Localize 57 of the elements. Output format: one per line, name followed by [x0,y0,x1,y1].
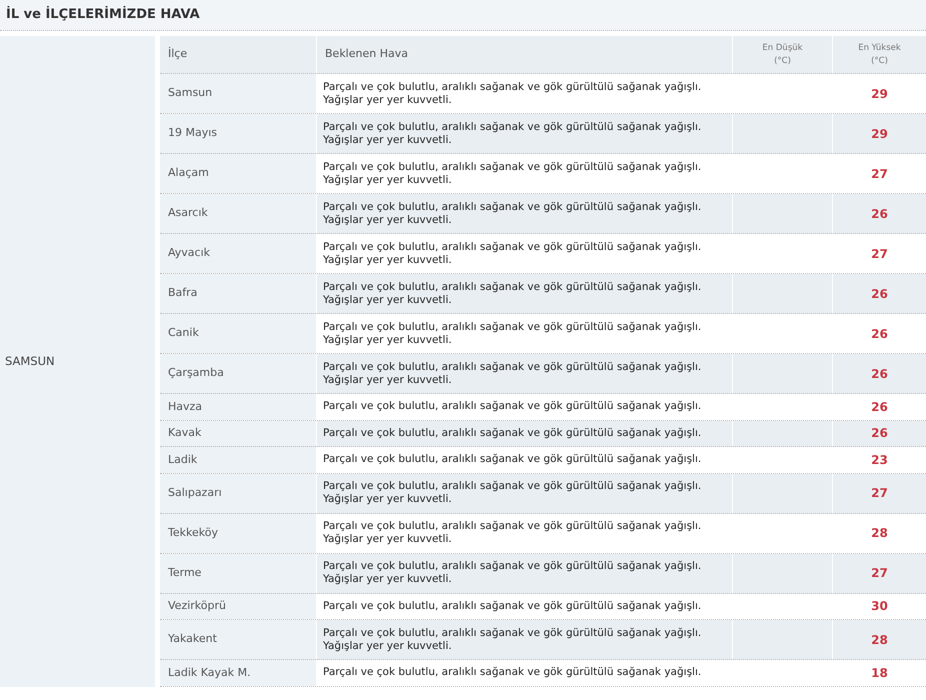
province-cell: SAMSUN [0,36,155,686]
high-temp-cell: 27 [832,234,926,273]
high-temp-cell: 29 [832,74,926,113]
weather-cell: Parçalı ve çok bulutlu, aralıklı sağanak ve gök gürültülü sağanak yağışlı. Yağışlar yer yer kuvvetli. [316,474,732,512]
weather-cell: Parçalı ve çok bulutlu, aralıklı sağanak ve gök gürültülü sağanak yağışlı. Yağışlar yer yer kuvvetli. [316,354,732,393]
weather-cell: Parçalı ve çok bulutlu, aralıklı sağanak ve gök gürültülü sağanak yağışlı. Yağışlar yer yer kuvvetli. [316,514,732,552]
high-temp-cell: 27 [832,554,926,592]
weather-cell: Parçalı ve çok bulutlu, aralıklı sağanak ve gök gürültülü sağanak yağışlı. [316,447,732,472]
district-cell: Ladik [160,447,316,472]
district-cell: Ladik Kayak M. [160,660,316,686]
weather-cell: Parçalı ve çok bulutlu, aralıklı sağanak ve gök gürültülü sağanak yağışlı. Yağışlar yer yer kuvvetli. [316,234,732,273]
district-cell: Ayvacık [160,234,316,273]
district-cell: 19 Mayıs [160,114,316,153]
weather-cell: Parçalı ve çok bulutlu, aralıklı sağanak ve gök gürültülü sağanak yağışlı. Yağışlar yer yer kuvvetli. [316,274,732,313]
high-temp-cell: 26 [832,394,926,420]
high-temp-cell: 27 [832,154,926,193]
weather-cell: Parçalı ve çok bulutlu, aralıklı sağanak ve gök gürültülü sağanak yağışlı. Yağışlar yer yer kuvvetli. [316,194,732,233]
weather-cell: Parçalı ve çok bulutlu, aralıklı sağanak ve gök gürültülü sağanak yağışlı. Yağışlar yer yer kuvvetli. [316,114,732,153]
high-temp-cell: 30 [832,594,926,619]
high-temp-cell: 26 [832,314,926,353]
weather-cell: Parçalı ve çok bulutlu, aralıklı sağanak ve gök gürültülü sağanak yağışlı. [316,420,732,446]
weather-cell: Parçalı ve çok bulutlu, aralıklı sağanak ve gök gürültülü sağanak yağışlı. [316,394,732,420]
district-cell: Kavak [160,420,316,446]
high-temp-cell: 26 [832,274,926,313]
column-header: Beklenen Hava [316,36,732,73]
weather-cell: Parçalı ve çok bulutlu, aralıklı sağanak ve gök gürültülü sağanak yağışlı. [316,594,732,619]
district-cell: Asarcık [160,194,316,233]
high-temp-cell: 28 [832,514,926,552]
district-cell: Samsun [160,74,316,113]
column-header: En Düşük (°C) [732,36,832,73]
weather-cell: Parçalı ve çok bulutlu, aralıklı sağanak ve gök gürültülü sağanak yağışlı. Yağışlar yer yer kuvvetli. [316,314,732,353]
high-temp-cell: 26 [832,194,926,233]
district-cell: Vezirköprü [160,594,316,619]
district-cell: Salıpazarı [160,474,316,512]
weather-cell: Parçalı ve çok bulutlu, aralıklı sağanak ve gök gürültülü sağanak yağışlı. Yağışlar yer yer kuvvetli. [316,74,732,113]
district-cell: Tekkeköy [160,514,316,552]
high-temp-cell: 26 [832,420,926,446]
weather-cell: Parçalı ve çok bulutlu, aralıklı sağanak ve gök gürültülü sağanak yağışlı. Yağışlar yer yer kuvvetli. [316,620,732,659]
high-temp-cell: 23 [832,447,926,472]
district-cell: Terme [160,554,316,592]
district-cell: Canik [160,314,316,353]
high-temp-cell: 27 [832,474,926,512]
weather-cell: Parçalı ve çok bulutlu, aralıklı sağanak ve gök gürültülü sağanak yağışlı. Yağışlar yer yer kuvvetli. [316,154,732,193]
high-temp-cell: 28 [832,620,926,659]
column-header: İlçe [167,46,188,62]
district-cell: Havza [160,394,316,420]
district-cell: Yakakent [160,620,316,659]
weather-cell: Parçalı ve çok bulutlu, aralıklı sağanak ve gök gürültülü sağanak yağışlı. [316,660,732,686]
weather-cell: Parçalı ve çok bulutlu, aralıklı sağanak ve gök gürültülü sağanak yağışlı. Yağışlar yer yer kuvvetli. [316,554,732,592]
column-header: En Yüksek (°C) [832,36,926,73]
district-cell: Alaçam [160,154,316,193]
high-temp-cell: 18 [832,660,926,686]
high-temp-cell: 29 [832,114,926,153]
section-header: İL ve İLÇELERİMİZDE HAVA [0,0,926,31]
district-cell: Bafra [160,274,316,313]
district-cell: Çarşamba [160,354,316,393]
high-temp-cell: 26 [832,354,926,393]
